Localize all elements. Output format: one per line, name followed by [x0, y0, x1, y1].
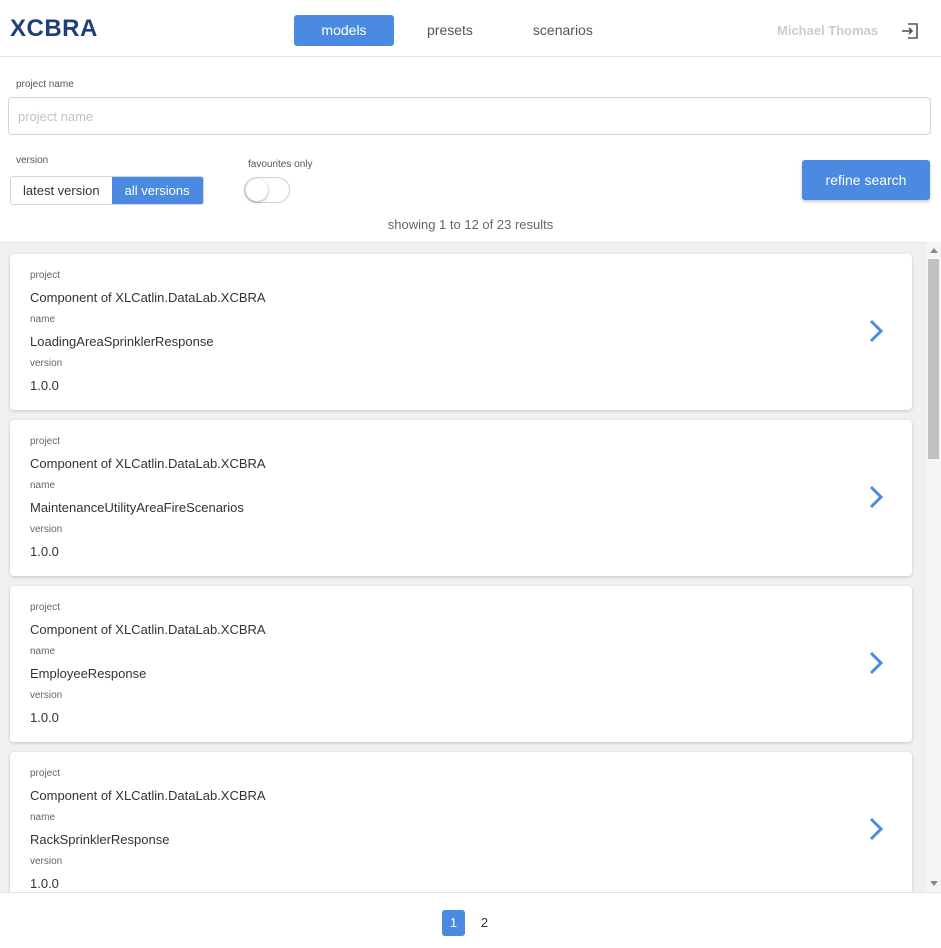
project-name-input[interactable]	[8, 97, 931, 135]
favourites-toggle[interactable]	[244, 177, 290, 203]
user-name[interactable]: Michael Thomas	[777, 23, 878, 38]
project-value: Component of XLCatlin.DataLab.XCBRA	[30, 290, 266, 305]
tab-presets[interactable]: presets	[400, 15, 500, 46]
model-name: MaintenanceUtilityAreaFireScenarios	[30, 500, 244, 515]
favourites-label: favourites only	[248, 159, 313, 170]
list-scrollbar[interactable]	[926, 242, 941, 892]
model-name: RackSprinklerResponse	[30, 832, 170, 847]
chevron-right-icon[interactable]	[866, 814, 886, 844]
project-field-label: project	[30, 436, 61, 447]
scroll-up-arrow-icon[interactable]	[930, 248, 938, 253]
name-field-label: name	[30, 812, 56, 823]
results-list: project Component of XLCatlin.DataLab.XC…	[0, 242, 941, 892]
page-1-button[interactable]: 1	[442, 910, 465, 936]
refine-search-button[interactable]: refine search	[802, 160, 930, 200]
version-field-label: version	[30, 856, 63, 867]
name-field-label: name	[30, 646, 56, 657]
project-value: Component of XLCatlin.DataLab.XCBRA	[30, 788, 266, 803]
version-latest-button[interactable]: latest version	[11, 177, 112, 204]
version-value: 1.0.0	[30, 876, 59, 891]
pagination: 1 2	[0, 892, 941, 948]
chevron-right-icon[interactable]	[866, 482, 886, 512]
project-field-label: project	[30, 270, 61, 281]
logout-icon[interactable]	[900, 21, 920, 41]
name-field-label: name	[30, 480, 56, 491]
chevron-right-icon[interactable]	[866, 316, 886, 346]
model-card[interactable]: project Component of XLCatlin.DataLab.XC…	[10, 254, 912, 410]
version-field-label: version	[30, 690, 63, 701]
app-header: XCBRA models presets scenarios Michael T…	[0, 0, 941, 57]
project-value: Component of XLCatlin.DataLab.XCBRA	[30, 456, 266, 471]
chevron-right-icon[interactable]	[866, 648, 886, 678]
toggle-knob	[246, 179, 268, 201]
model-card[interactable]: project Component of XLCatlin.DataLab.XC…	[10, 586, 912, 742]
project-name-label: project name	[16, 79, 74, 90]
model-card[interactable]: project Component of XLCatlin.DataLab.XC…	[10, 420, 912, 576]
scrollbar-thumb[interactable]	[928, 259, 939, 459]
model-name: LoadingAreaSprinklerResponse	[30, 334, 214, 349]
page-2-button[interactable]: 2	[473, 910, 496, 936]
project-field-label: project	[30, 602, 61, 613]
version-value: 1.0.0	[30, 378, 59, 393]
version-label: version	[16, 155, 49, 166]
model-name: EmployeeResponse	[30, 666, 147, 681]
scroll-down-arrow-icon[interactable]	[930, 881, 938, 886]
project-field-label: project	[30, 768, 61, 779]
tab-models[interactable]: models	[294, 15, 394, 46]
version-selector: latest version all versions	[10, 176, 204, 205]
main-nav: models presets scenarios	[294, 15, 626, 46]
project-value: Component of XLCatlin.DataLab.XCBRA	[30, 622, 266, 637]
version-value: 1.0.0	[30, 544, 59, 559]
app-logo[interactable]: XCBRA	[10, 15, 98, 43]
model-card[interactable]: project Component of XLCatlin.DataLab.XC…	[10, 752, 912, 892]
version-all-button[interactable]: all versions	[111, 177, 203, 204]
tab-scenarios[interactable]: scenarios	[506, 15, 620, 46]
version-value: 1.0.0	[30, 710, 59, 725]
version-field-label: version	[30, 358, 63, 369]
name-field-label: name	[30, 314, 56, 325]
version-field-label: version	[30, 524, 63, 535]
results-summary: showing 1 to 12 of 23 results	[387, 217, 554, 232]
